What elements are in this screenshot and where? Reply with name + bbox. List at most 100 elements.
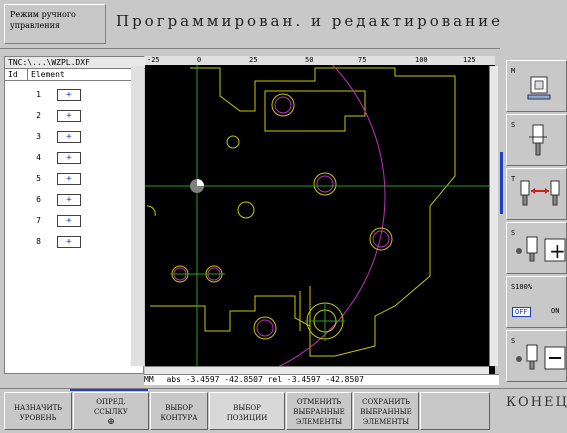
- small-hole: [274, 96, 292, 114]
- element-row[interactable]: 4 +: [5, 150, 143, 166]
- softkey-active-indicator: [70, 389, 148, 391]
- ruler-tick: -25: [147, 56, 160, 64]
- coordinate-status-bar: MM abs -3.4597 -42.8507 rel -3.4597 -42.…: [144, 374, 499, 385]
- element-checkbox[interactable]: +: [57, 131, 81, 143]
- machine-status-panel: M S T S + S100% OFF ON S: [500, 48, 567, 388]
- element-checkbox[interactable]: +: [57, 173, 81, 185]
- s100-label: S100%: [511, 283, 533, 291]
- col-element-header: Element: [27, 69, 65, 80]
- softkey-label-line3: ЭЛЕМЕНТЫ: [295, 418, 343, 426]
- row-id: 7: [36, 216, 41, 225]
- spindle-plus-icon: +: [516, 236, 566, 263]
- m-function-button[interactable]: M: [506, 60, 567, 112]
- end-softkey[interactable]: КОНЕЦ: [506, 395, 567, 410]
- small-hole: [316, 175, 334, 193]
- machine-icon: [527, 76, 551, 100]
- s-label: S: [511, 121, 516, 129]
- bore: [226, 135, 240, 149]
- spindle-minus-button[interactable]: S: [506, 330, 567, 382]
- inner-contour: [264, 90, 366, 132]
- softkey-label-line3: ЭЛЕМЕНТЫ: [362, 418, 410, 426]
- bore: [237, 201, 255, 219]
- ruler-tick: 125: [463, 56, 476, 64]
- row-id: 4: [36, 153, 41, 162]
- softkey-label-line2: ВЫБРАННЫЕ: [293, 408, 345, 416]
- element-checkbox[interactable]: +: [57, 152, 81, 164]
- element-row[interactable]: 8 +: [5, 234, 143, 250]
- softkey-label-line2: ССЫЛКУ: [94, 408, 128, 416]
- element-checkbox[interactable]: +: [57, 194, 81, 206]
- reference-crosshair-icon: ⊕: [107, 417, 115, 427]
- on-label: ON: [551, 307, 560, 315]
- row-id: 2: [36, 111, 41, 120]
- dxf-drawing: [4, 5, 495, 387]
- tool-button[interactable]: T: [506, 168, 567, 220]
- softkey-label-line1: ВЫБОР: [165, 404, 193, 412]
- spindle-override-button[interactable]: S100% OFF ON: [506, 276, 567, 328]
- vertical-ruler: [131, 66, 144, 366]
- softkey-label-line1: ВЫБОР: [233, 404, 261, 412]
- row-id: 1: [36, 90, 41, 99]
- set-reference-softkey[interactable]: ОПРЕД. ССЫЛКУ ⊕: [73, 392, 149, 430]
- horizontal-ruler: -25 0 25 50 75 100 125: [145, 56, 495, 65]
- unit-label: MM: [144, 375, 154, 384]
- softkey-label-line2: УРОВЕНЬ: [19, 414, 57, 422]
- coordinate-readout: abs -3.4597 -42.8507 rel -3.4597 -42.850…: [166, 375, 364, 384]
- mode-label-line2: управления: [10, 21, 60, 30]
- svg-text:+: +: [549, 239, 566, 263]
- spindle-button[interactable]: S: [506, 114, 567, 166]
- ruler-tick: 25: [249, 56, 258, 64]
- contour-outline: [150, 67, 456, 357]
- dxf-drawing-canvas[interactable]: [4, 5, 495, 387]
- softkey-label-line1: НАЗНАЧИТЬ: [13, 404, 63, 412]
- element-row[interactable]: 2 +: [5, 108, 143, 124]
- off-label: OFF: [512, 307, 531, 317]
- row-id: 5: [36, 174, 41, 183]
- softkey-label-line2: ВЫБРАННЫЕ: [360, 408, 412, 416]
- element-table-header: Id Element: [5, 69, 143, 81]
- row-id: 3: [36, 132, 41, 141]
- spindle-plus-button[interactable]: S +: [506, 222, 567, 274]
- empty-softkey[interactable]: [420, 392, 490, 430]
- slot-contour: [299, 286, 311, 331]
- element-row[interactable]: 5 +: [5, 171, 143, 187]
- element-list-panel: TNC:\...\WZPL.DXF Id Element 1 + 2 + 3 + 4 +…: [4, 56, 146, 374]
- softkey-label-line2: ПОЗИЦИИ: [226, 414, 268, 422]
- ruler-tick: 0: [197, 56, 202, 64]
- reference-marker: [190, 179, 204, 193]
- file-path: TNC:\...\WZPL.DXF: [5, 57, 146, 69]
- softkey-label-line1: СОХРАНИТЬ: [362, 398, 410, 406]
- t-label: T: [511, 175, 516, 183]
- ruler-tick: 50: [305, 56, 314, 64]
- select-position-softkey[interactable]: ВЫБОР ПОЗИЦИИ: [209, 392, 285, 430]
- element-row[interactable]: 6 +: [5, 192, 143, 208]
- element-checkbox[interactable]: +: [57, 89, 81, 101]
- tool-change-icon: [520, 180, 560, 206]
- col-id-header: Id: [8, 70, 18, 79]
- element-row[interactable]: 7 +: [5, 213, 143, 229]
- element-checkbox[interactable]: +: [57, 215, 81, 227]
- softkey-label-line1: ОПРЕД.: [96, 398, 126, 406]
- element-row[interactable]: 1 +: [5, 87, 143, 103]
- ruler-tick: 75: [358, 56, 367, 64]
- row-id: 8: [36, 237, 41, 246]
- element-checkbox[interactable]: +: [57, 236, 81, 248]
- cancel-selected-softkey[interactable]: ОТМЕНИТЬ ВЫБРАННЫЕ ЭЛЕМЕНТЫ: [286, 392, 352, 430]
- manual-mode-button[interactable]: Режим ручного управления: [4, 4, 106, 44]
- arc-contour: [146, 205, 156, 217]
- softkey-label-line1: ОТМЕНИТЬ: [296, 398, 342, 406]
- assign-layer-softkey[interactable]: НАЗНАЧИТЬ УРОВЕНЬ: [4, 392, 72, 430]
- vertical-scrollbar[interactable]: [489, 66, 498, 366]
- program-mode-title: Программирован. и редактирование: [116, 12, 503, 30]
- softkey-label-line2: КОНТУРА: [160, 414, 198, 422]
- row-id: 6: [36, 195, 41, 204]
- element-checkbox[interactable]: +: [57, 110, 81, 122]
- select-contour-softkey[interactable]: ВЫБОР КОНТУРА: [150, 392, 208, 430]
- header-bar: Режим ручного управления Программирован.…: [0, 0, 567, 49]
- spindle-minus-icon: [516, 344, 566, 370]
- element-row[interactable]: 3 +: [5, 129, 143, 145]
- active-indicator: [500, 152, 503, 214]
- m-label: M: [511, 67, 516, 75]
- save-selected-softkey[interactable]: СОХРАНИТЬ ВЫБРАННЫЕ ЭЛЕМЕНТЫ: [353, 392, 419, 430]
- mode-label-line1: Режим ручного: [10, 10, 76, 19]
